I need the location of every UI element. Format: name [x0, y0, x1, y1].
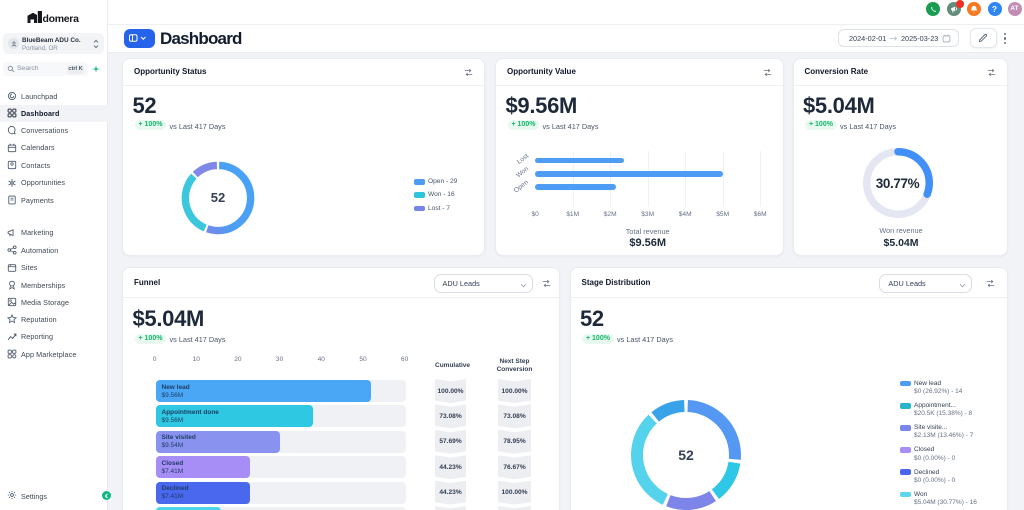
svg-text:domera: domera — [43, 13, 80, 24]
